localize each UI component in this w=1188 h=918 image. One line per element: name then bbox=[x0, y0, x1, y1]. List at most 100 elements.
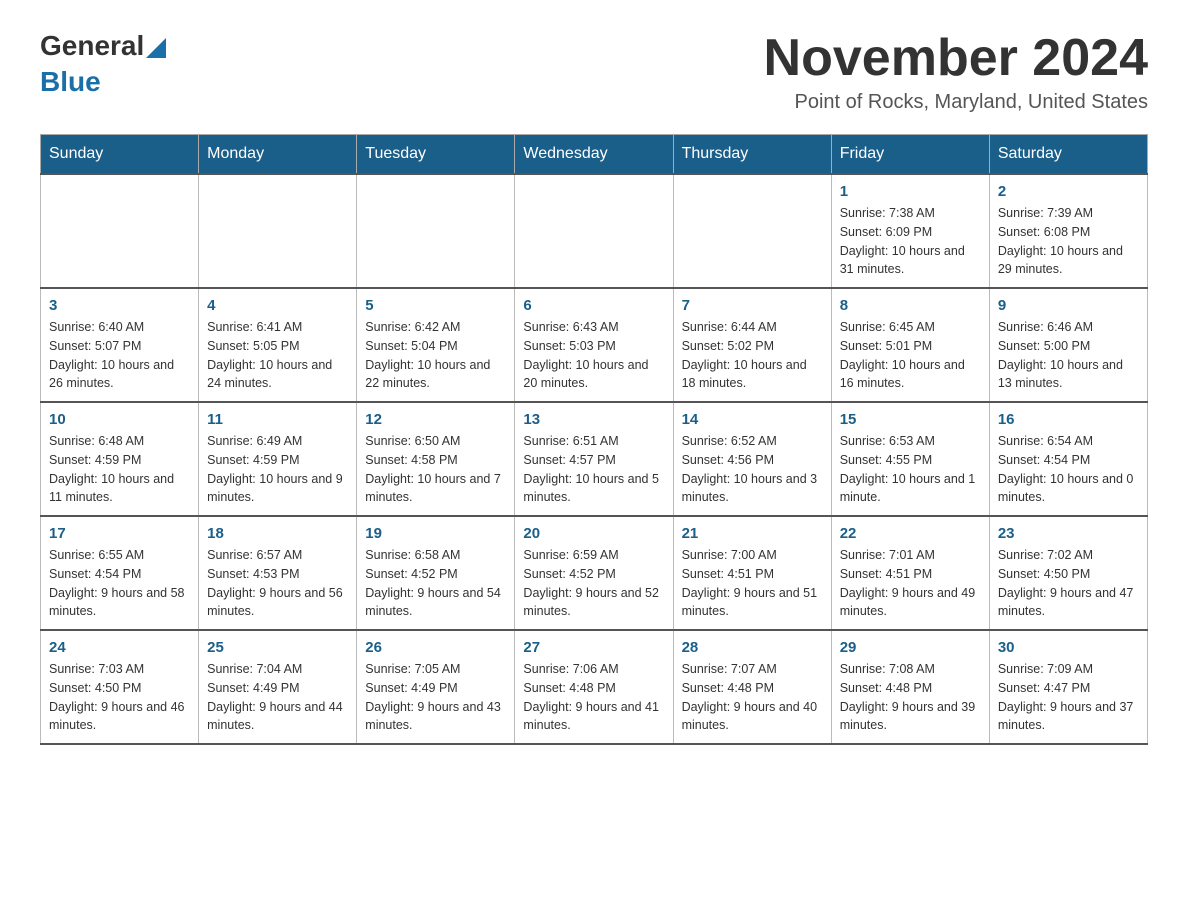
calendar-week-row: 24Sunrise: 7:03 AM Sunset: 4:50 PM Dayli… bbox=[41, 630, 1148, 744]
table-row: 11 Sunrise: 6:49 AM Sunset: 4:59 PM Dayli… bbox=[199, 402, 357, 516]
table-row bbox=[515, 174, 673, 288]
day-info: Sunrise: 7:00 AM Sunset: 4:51 PM Dayligh… bbox=[682, 546, 823, 621]
day-info: Sunrise: 6:52 AM Sunset: 4:56 PM Dayligh… bbox=[682, 432, 823, 507]
calendar-week-row: 17 Sunrise: 6:55 AM Sunset: 4:54 PM Dayli… bbox=[41, 516, 1148, 630]
day-number: 18 bbox=[207, 525, 348, 542]
table-row: 29 Sunrise: 7:08 AM Sunset: 4:48 PM Dayli… bbox=[831, 630, 989, 744]
calendar-header-row: Sunday Monday Tuesday Wednesday Thursday… bbox=[41, 135, 1148, 175]
col-header-wednesday: Wednesday bbox=[515, 135, 673, 175]
table-row: 2 Sunrise: 7:39 AM Sunset: 6:08 PM Daylig… bbox=[989, 174, 1147, 288]
calendar-week-row: 3 Sunrise: 6:40 AM Sunset: 5:07 PM Daylig… bbox=[41, 288, 1148, 402]
day-number: 27 bbox=[523, 639, 664, 656]
table-row: 23 Sunrise: 7:02 AM Sunset: 4:50 PM Dayli… bbox=[989, 516, 1147, 630]
day-info: Sunrise: 7:07 AM Sunset: 4:48 PM Dayligh… bbox=[682, 660, 823, 735]
day-number: 19 bbox=[365, 525, 506, 542]
day-number: 29 bbox=[840, 639, 981, 656]
day-info: Sunrise: 6:49 AM Sunset: 4:59 PM Dayligh… bbox=[207, 432, 348, 507]
title-section: November 2024 Point of Rocks, Maryland, … bbox=[764, 30, 1148, 114]
table-row: 30 Sunrise: 7:09 AM Sunset: 4:47 PM Dayli… bbox=[989, 630, 1147, 744]
table-row bbox=[357, 174, 515, 288]
day-info: Sunrise: 6:57 AM Sunset: 4:53 PM Dayligh… bbox=[207, 546, 348, 621]
day-number: 6 bbox=[523, 297, 664, 314]
col-header-monday: Monday bbox=[199, 135, 357, 175]
table-row: 14 Sunrise: 6:52 AM Sunset: 4:56 PM Dayli… bbox=[673, 402, 831, 516]
day-number: 21 bbox=[682, 525, 823, 542]
table-row: 3 Sunrise: 6:40 AM Sunset: 5:07 PM Daylig… bbox=[41, 288, 199, 402]
day-info: Sunrise: 6:48 AM Sunset: 4:59 PM Dayligh… bbox=[49, 432, 190, 507]
day-number: 22 bbox=[840, 525, 981, 542]
table-row: 4 Sunrise: 6:41 AM Sunset: 5:05 PM Daylig… bbox=[199, 288, 357, 402]
table-row bbox=[41, 174, 199, 288]
table-row: 6 Sunrise: 6:43 AM Sunset: 5:03 PM Daylig… bbox=[515, 288, 673, 402]
table-row: 8Sunrise: 6:45 AM Sunset: 5:01 PM Daylig… bbox=[831, 288, 989, 402]
day-info: Sunrise: 6:46 AM Sunset: 5:00 PM Dayligh… bbox=[998, 318, 1139, 393]
day-number: 20 bbox=[523, 525, 664, 542]
table-row bbox=[673, 174, 831, 288]
table-row: 25Sunrise: 7:04 AM Sunset: 4:49 PM Dayli… bbox=[199, 630, 357, 744]
day-number: 5 bbox=[365, 297, 506, 314]
day-info: Sunrise: 6:54 AM Sunset: 4:54 PM Dayligh… bbox=[998, 432, 1139, 507]
table-row: 24Sunrise: 7:03 AM Sunset: 4:50 PM Dayli… bbox=[41, 630, 199, 744]
day-number: 23 bbox=[998, 525, 1139, 542]
day-info: Sunrise: 6:51 AM Sunset: 4:57 PM Dayligh… bbox=[523, 432, 664, 507]
table-row: 1Sunrise: 7:38 AM Sunset: 6:09 PM Daylig… bbox=[831, 174, 989, 288]
day-info: Sunrise: 7:01 AM Sunset: 4:51 PM Dayligh… bbox=[840, 546, 981, 621]
day-info: Sunrise: 6:55 AM Sunset: 4:54 PM Dayligh… bbox=[49, 546, 190, 621]
col-header-thursday: Thursday bbox=[673, 135, 831, 175]
table-row: 7 Sunrise: 6:44 AM Sunset: 5:02 PM Daylig… bbox=[673, 288, 831, 402]
table-row: 15 Sunrise: 6:53 AM Sunset: 4:55 PM Dayli… bbox=[831, 402, 989, 516]
day-number: 17 bbox=[49, 525, 190, 542]
day-number: 9 bbox=[998, 297, 1139, 314]
table-row: 10 Sunrise: 6:48 AM Sunset: 4:59 PM Dayli… bbox=[41, 402, 199, 516]
day-number: 26 bbox=[365, 639, 506, 656]
day-info: Sunrise: 6:43 AM Sunset: 5:03 PM Dayligh… bbox=[523, 318, 664, 393]
day-number: 2 bbox=[998, 183, 1139, 200]
day-info: Sunrise: 6:40 AM Sunset: 5:07 PM Dayligh… bbox=[49, 318, 190, 393]
day-number: 30 bbox=[998, 639, 1139, 656]
table-row: 28Sunrise: 7:07 AM Sunset: 4:48 PM Dayli… bbox=[673, 630, 831, 744]
table-row bbox=[199, 174, 357, 288]
col-header-tuesday: Tuesday bbox=[357, 135, 515, 175]
day-number: 7 bbox=[682, 297, 823, 314]
table-row: 16 Sunrise: 6:54 AM Sunset: 4:54 PM Dayli… bbox=[989, 402, 1147, 516]
logo: General Blue bbox=[40, 30, 166, 98]
day-info: Sunrise: 6:53 AM Sunset: 4:55 PM Dayligh… bbox=[840, 432, 981, 507]
day-info: Sunrise: 7:02 AM Sunset: 4:50 PM Dayligh… bbox=[998, 546, 1139, 621]
col-header-friday: Friday bbox=[831, 135, 989, 175]
day-number: 4 bbox=[207, 297, 348, 314]
calendar-table: Sunday Monday Tuesday Wednesday Thursday… bbox=[40, 134, 1148, 745]
day-info: Sunrise: 7:39 AM Sunset: 6:08 PM Dayligh… bbox=[998, 204, 1139, 279]
col-header-saturday: Saturday bbox=[989, 135, 1147, 175]
day-info: Sunrise: 7:06 AM Sunset: 4:48 PM Dayligh… bbox=[523, 660, 664, 735]
location-subtitle: Point of Rocks, Maryland, United States bbox=[764, 91, 1148, 114]
day-number: 10 bbox=[49, 411, 190, 428]
month-year-title: November 2024 bbox=[764, 30, 1148, 87]
day-info: Sunrise: 6:44 AM Sunset: 5:02 PM Dayligh… bbox=[682, 318, 823, 393]
table-row: 26 Sunrise: 7:05 AM Sunset: 4:49 PM Dayli… bbox=[357, 630, 515, 744]
table-row: 20 Sunrise: 6:59 AM Sunset: 4:52 PM Dayli… bbox=[515, 516, 673, 630]
day-number: 12 bbox=[365, 411, 506, 428]
table-row: 5Sunrise: 6:42 AM Sunset: 5:04 PM Daylig… bbox=[357, 288, 515, 402]
day-info: Sunrise: 6:41 AM Sunset: 5:05 PM Dayligh… bbox=[207, 318, 348, 393]
day-number: 14 bbox=[682, 411, 823, 428]
day-number: 1 bbox=[840, 183, 981, 200]
day-number: 16 bbox=[998, 411, 1139, 428]
day-number: 3 bbox=[49, 297, 190, 314]
table-row: 27 Sunrise: 7:06 AM Sunset: 4:48 PM Dayli… bbox=[515, 630, 673, 744]
logo-blue-text: Blue bbox=[40, 66, 101, 98]
day-info: Sunrise: 6:45 AM Sunset: 5:01 PM Dayligh… bbox=[840, 318, 981, 393]
calendar-week-row: 1Sunrise: 7:38 AM Sunset: 6:09 PM Daylig… bbox=[41, 174, 1148, 288]
logo-triangle-icon bbox=[146, 38, 166, 58]
day-number: 15 bbox=[840, 411, 981, 428]
col-header-sunday: Sunday bbox=[41, 135, 199, 175]
table-row: 9 Sunrise: 6:46 AM Sunset: 5:00 PM Daylig… bbox=[989, 288, 1147, 402]
day-number: 11 bbox=[207, 411, 348, 428]
day-info: Sunrise: 7:05 AM Sunset: 4:49 PM Dayligh… bbox=[365, 660, 506, 735]
calendar-week-row: 10 Sunrise: 6:48 AM Sunset: 4:59 PM Dayli… bbox=[41, 402, 1148, 516]
day-info: Sunrise: 6:59 AM Sunset: 4:52 PM Dayligh… bbox=[523, 546, 664, 621]
table-row: 13Sunrise: 6:51 AM Sunset: 4:57 PM Dayli… bbox=[515, 402, 673, 516]
day-info: Sunrise: 7:09 AM Sunset: 4:47 PM Dayligh… bbox=[998, 660, 1139, 735]
table-row: 17 Sunrise: 6:55 AM Sunset: 4:54 PM Dayli… bbox=[41, 516, 199, 630]
day-info: Sunrise: 7:08 AM Sunset: 4:48 PM Dayligh… bbox=[840, 660, 981, 735]
table-row: 19Sunrise: 6:58 AM Sunset: 4:52 PM Dayli… bbox=[357, 516, 515, 630]
